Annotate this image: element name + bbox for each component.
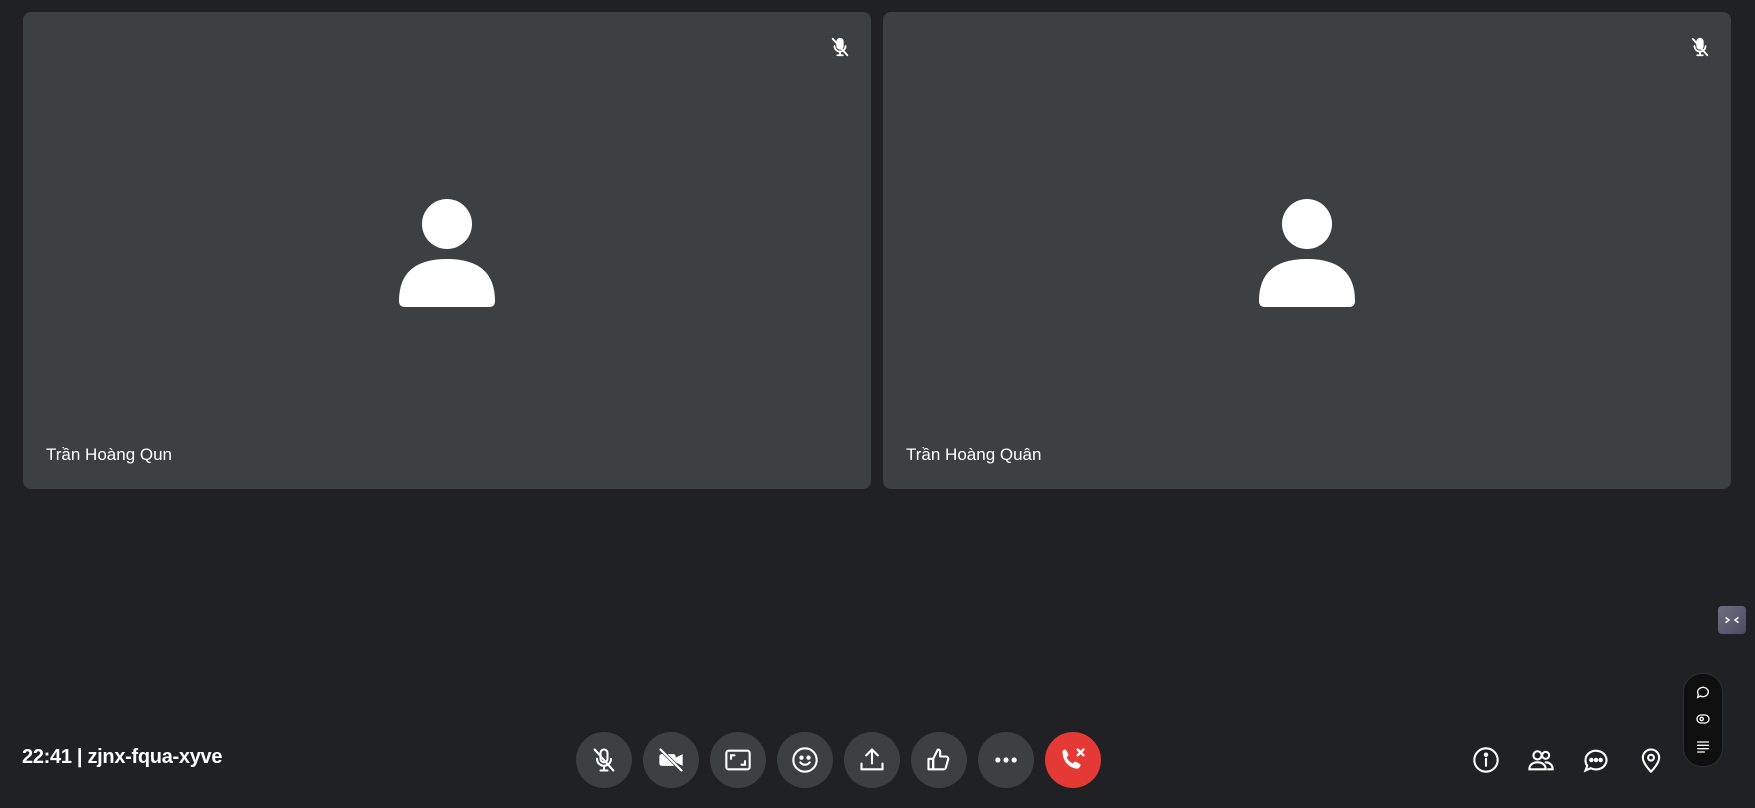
pill-chat-button[interactable] [1693,682,1713,702]
info-icon [1473,747,1499,773]
pill-list-button[interactable] [1693,736,1713,756]
more-options-button[interactable] [978,732,1034,788]
participant-tile[interactable]: Trần Hoàng Qun [23,12,871,489]
screen-frame-icon [725,749,751,771]
pill-captions-button[interactable] [1693,709,1713,729]
mic-off-icon [829,36,851,58]
camera-toggle-button[interactable] [643,732,699,788]
chat-button[interactable] [1578,742,1614,778]
mic-off-icon [1689,36,1711,58]
expand-panel-button[interactable] [1718,606,1746,634]
call-controls [576,732,1101,788]
mic-toggle-button[interactable] [576,732,632,788]
emoji-icon [792,747,818,773]
meeting-info-button[interactable] [1468,742,1504,778]
person-icon [1257,197,1357,307]
participant-tile[interactable]: Trần Hoàng Quân [883,12,1731,489]
chat-bubble-icon [1696,686,1709,699]
emoji-button[interactable] [777,732,833,788]
share-screen-button[interactable] [844,732,900,788]
mic-off-icon [593,748,615,772]
more-icon [995,757,1017,763]
raise-hand-button[interactable] [911,732,967,788]
side-toolbar [1683,673,1723,767]
participant-name: Trần Hoàng Quân [906,445,1042,464]
camera-off-icon [658,747,684,773]
people-icon [1528,750,1554,771]
end-call-icon [1062,748,1085,769]
collapse-arrows-icon [1725,617,1739,623]
location-icon [1641,748,1661,774]
list-icon [1697,741,1709,753]
share-upload-icon [860,748,884,771]
raise-hand-icon [927,748,950,771]
chat-icon [1583,749,1608,773]
end-call-button[interactable] [1045,732,1101,788]
captions-icon [1696,714,1710,724]
location-button[interactable] [1633,742,1669,778]
right-controls [1468,742,1688,778]
participant-name: Trần Hoàng Qun [46,445,172,464]
layout-button[interactable] [710,732,766,788]
person-icon [397,197,497,307]
meeting-time-code: 22:41 | zjnx-fqua-xyve [22,746,223,768]
participants-button[interactable] [1523,742,1559,778]
